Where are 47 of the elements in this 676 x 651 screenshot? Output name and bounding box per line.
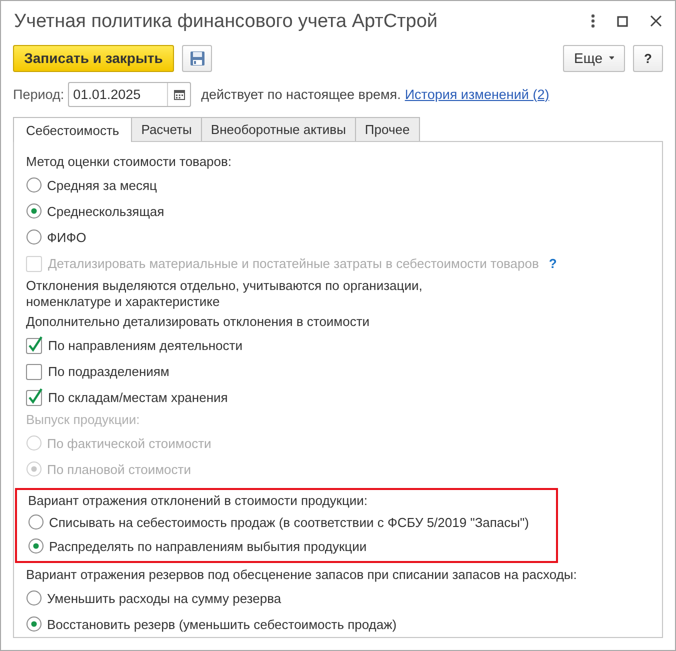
radio-button[interactable] (26, 616, 42, 632)
calendar-icon[interactable] (174, 88, 185, 100)
section-label: Выпуск продукции: (26, 412, 141, 428)
close-icon[interactable] (650, 15, 662, 27)
radio-button[interactable] (28, 514, 44, 530)
radio-button[interactable] (26, 590, 42, 606)
checkbox-label: По направлениям деятельности (48, 338, 242, 352)
tab[interactable]: Прочее (354, 117, 420, 141)
radio-label: Средняя за месяц (47, 178, 157, 192)
radio-button[interactable] (26, 177, 42, 193)
history-link[interactable]: История изменений (2) (404, 86, 550, 102)
section-label: Вариант отражения резервов под обесценение запасов при списании запасов на расходы: (26, 567, 578, 583)
period-label: Период: (13, 86, 64, 102)
section-label: Дополнительно детализировать отклонения в стоимости (26, 314, 371, 330)
radio-label: Восстановить резерв (уменьшить себестоимость продаж) (47, 616, 397, 632)
more-options-icon[interactable] (591, 14, 595, 28)
checkbox-label: По подразделениям (48, 364, 170, 378)
tab[interactable]: Себестоимость (13, 117, 132, 142)
save-and-close-button[interactable]: Записать и закрыть (13, 44, 174, 72)
validity-note: действует по настоящее время. (201, 86, 401, 102)
radio-button[interactable] (26, 203, 42, 219)
tab[interactable]: Внеоборотные активы (200, 117, 356, 141)
checkbox-label: Детализировать материальные и постатейные затраты в себестоимости товаров (48, 256, 539, 270)
radio-label: Списывать на себестоимость продаж (в соответствии с ФСБУ 5/2019 "Запасы") (49, 514, 529, 530)
maximize-icon[interactable] (617, 16, 628, 26)
checkbox[interactable] (26, 388, 43, 406)
tab[interactable]: Расчеты (131, 117, 202, 141)
save-button[interactable] (182, 44, 212, 72)
section-label: Вариант отражения отклонений в стоимости продукции: (28, 493, 369, 509)
checkbox[interactable] (26, 336, 43, 354)
caret-icon (608, 56, 614, 60)
radio-label: Среднескользящая (47, 204, 164, 218)
radio-button[interactable] (28, 538, 44, 554)
radio-label: Уменьшить расходы на сумму резерва (47, 590, 282, 606)
section-label: Отклонения выделяются отдельно, учитываются по организации, номенклатуре и характеристике (26, 278, 424, 310)
checkbox[interactable] (26, 362, 43, 380)
radio-label: Распределять по направлениям выбытия продукции (49, 538, 367, 554)
window-title: Учетная политика финансового учета АртСтрой (14, 10, 439, 33)
checkbox-label: По складам/местам хранения (48, 390, 228, 404)
help-button[interactable]: ? (633, 44, 663, 72)
radio-label: По фактической стоимости (47, 436, 212, 450)
radio-label: По плановой стоимости (47, 462, 191, 476)
radio-label: ФИФО (47, 230, 86, 244)
section-label: Метод оценки стоимости товаров: (26, 154, 233, 170)
more-button[interactable]: Еще (563, 44, 625, 72)
radio-button[interactable] (26, 229, 42, 245)
date-field[interactable]: 01.01.2025 (68, 82, 192, 106)
